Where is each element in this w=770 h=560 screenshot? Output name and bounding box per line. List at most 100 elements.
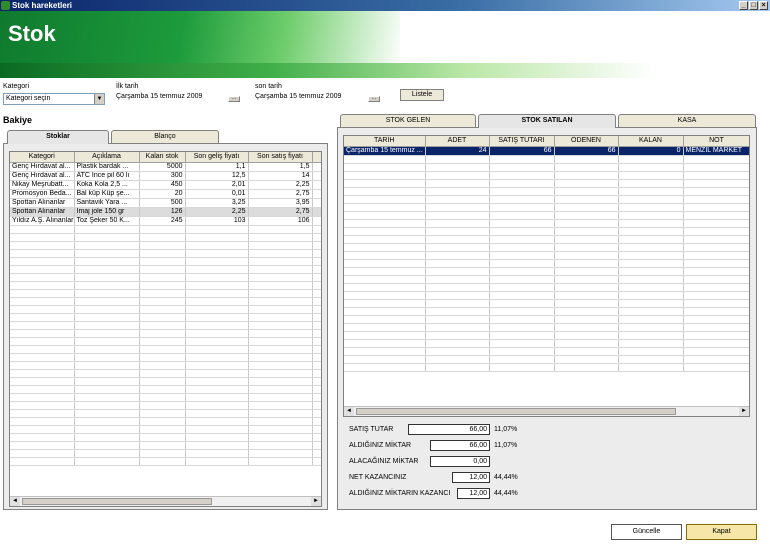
table-row[interactable] [344,219,749,228]
tab-stok-gelen[interactable]: STOK GELEN [340,114,476,127]
table-row[interactable] [10,289,321,298]
column-header[interactable]: SATIŞ TUTARI [489,136,555,147]
ilk-tarih-picker-button[interactable]: ... [228,96,240,102]
summary-value-field[interactable]: 66,00 [408,424,490,435]
table-row[interactable] [344,243,749,252]
table-row[interactable] [344,251,749,260]
ilk-tarih-value[interactable]: Çarşamba 15 temmuz 2009 [116,93,202,100]
column-header[interactable]: ADET [425,136,490,147]
scroll-left-icon[interactable]: ◄ [10,497,20,506]
table-row[interactable] [10,305,321,314]
table-row[interactable] [344,155,749,164]
table-row[interactable]: Promosyon Beda... Bal küp Küp şe... 20 0,01… [10,189,321,199]
table-row[interactable] [10,425,321,434]
table-row[interactable] [10,265,321,274]
close-button[interactable]: Kapat [686,524,757,540]
scroll-right-icon[interactable]: ► [739,407,749,416]
column-header[interactable]: Son satış fiyatı [248,152,313,163]
table-row[interactable] [10,241,321,250]
column-header[interactable]: KALAN [618,136,684,147]
table-row[interactable] [10,457,321,466]
table-row[interactable] [10,313,321,322]
table-row[interactable] [344,299,749,308]
table-row[interactable] [10,281,321,290]
table-row[interactable] [344,195,749,204]
column-header[interactable]: Kalan stok [139,152,186,163]
kategori-select[interactable]: Kategori seçin ▼ [3,93,105,105]
column-header[interactable]: NOT [683,136,749,147]
scroll-thumb[interactable] [356,408,676,415]
table-row[interactable] [10,449,321,458]
stock-grid-scrollbar[interactable]: ◄ ► [10,496,321,506]
table-row[interactable] [10,233,321,242]
table-row[interactable]: Genç Hırdavat al... Plastik bardak ... 500… [10,162,321,172]
tab-stoklar[interactable]: Stoklar [7,130,109,144]
scroll-thumb[interactable] [22,498,212,505]
table-row[interactable] [10,273,321,282]
table-row[interactable]: Genç Hırdavat al... ATC İnce pil 60 lı 300… [10,171,321,181]
stock-grid[interactable]: Kategori Açıklama Kalan stok Son geliş fiya… [9,151,322,507]
summary-value-field[interactable]: 12,00 [457,488,490,499]
table-row[interactable] [344,315,749,324]
table-row[interactable] [10,321,321,330]
table-row[interactable] [10,225,321,234]
table-row[interactable] [344,307,749,316]
table-row[interactable] [344,267,749,276]
column-header[interactable]: Kategori [10,152,75,163]
column-header[interactable]: TARİH [344,136,426,147]
son-tarih-value[interactable]: Çarşamba 15 temmuz 2009 [255,93,341,100]
table-row[interactable] [10,361,321,370]
table-row[interactable] [344,283,749,292]
refresh-button[interactable]: Güncelle [611,524,682,540]
minimize-icon[interactable]: _ [739,1,748,10]
table-row[interactable] [10,297,321,306]
table-row[interactable] [10,369,321,378]
table-row[interactable] [344,275,749,284]
summary-value-field[interactable]: 66,00 [430,440,490,451]
table-row[interactable] [10,345,321,354]
table-row[interactable] [10,353,321,362]
table-row[interactable] [344,339,749,348]
table-row[interactable]: Spottan Alınanlar Santavik Yara ... 500 3,2… [10,198,321,208]
scroll-right-icon[interactable]: ► [311,497,321,506]
table-row[interactable]: Çarşamba 15 temmuz ... 24 66 66 0 MENZİL MARK… [344,146,749,156]
table-row[interactable] [10,441,321,450]
table-row[interactable] [344,227,749,236]
list-button[interactable]: Listele [400,89,444,101]
sales-grid[interactable]: TARİH ADET SATIŞ TUTARI ÖDENEN KALAN NOT Çarş… [343,135,750,417]
summary-value-field[interactable]: 12,00 [452,472,490,483]
tab-stok-satilan[interactable]: STOK SATILAN [478,114,616,128]
tab-kasa[interactable]: KASA [618,114,756,127]
table-row[interactable] [10,329,321,338]
column-header[interactable]: ÖDENEN [554,136,619,147]
column-header[interactable]: Son geliş fiyatı [185,152,249,163]
close-icon[interactable]: × [759,1,768,10]
table-row[interactable] [344,331,749,340]
table-row[interactable] [10,337,321,346]
table-row[interactable] [10,377,321,386]
scroll-left-icon[interactable]: ◄ [344,407,354,416]
chevron-down-icon[interactable]: ▼ [94,94,104,104]
summary-value-field[interactable]: 0,00 [430,456,490,467]
table-row[interactable] [344,323,749,332]
table-row[interactable] [10,401,321,410]
table-row[interactable] [344,347,749,356]
table-row[interactable] [10,417,321,426]
table-row[interactable] [10,257,321,266]
table-row[interactable] [344,163,749,172]
table-row[interactable] [10,385,321,394]
table-row[interactable] [344,363,749,372]
table-row[interactable] [10,393,321,402]
table-row[interactable]: Yıldız A.Ş. Alınanlar Toz Şeker 50 K... 24… [10,216,321,226]
table-row[interactable] [344,203,749,212]
son-tarih-picker-button[interactable]: ... [368,96,380,102]
table-row[interactable]: Nikay Meşrubatt... Koka Kola 2,5 ... 450 2,… [10,180,321,190]
table-row[interactable] [344,291,749,300]
table-row[interactable] [344,355,749,364]
table-row[interactable] [344,211,749,220]
maximize-icon[interactable]: □ [749,1,758,10]
table-row[interactable] [344,235,749,244]
table-row[interactable] [10,249,321,258]
table-row[interactable] [10,409,321,418]
table-row[interactable]: Spottan Alınanlar İmaj jole 150 gr 126 2,25… [10,207,321,217]
